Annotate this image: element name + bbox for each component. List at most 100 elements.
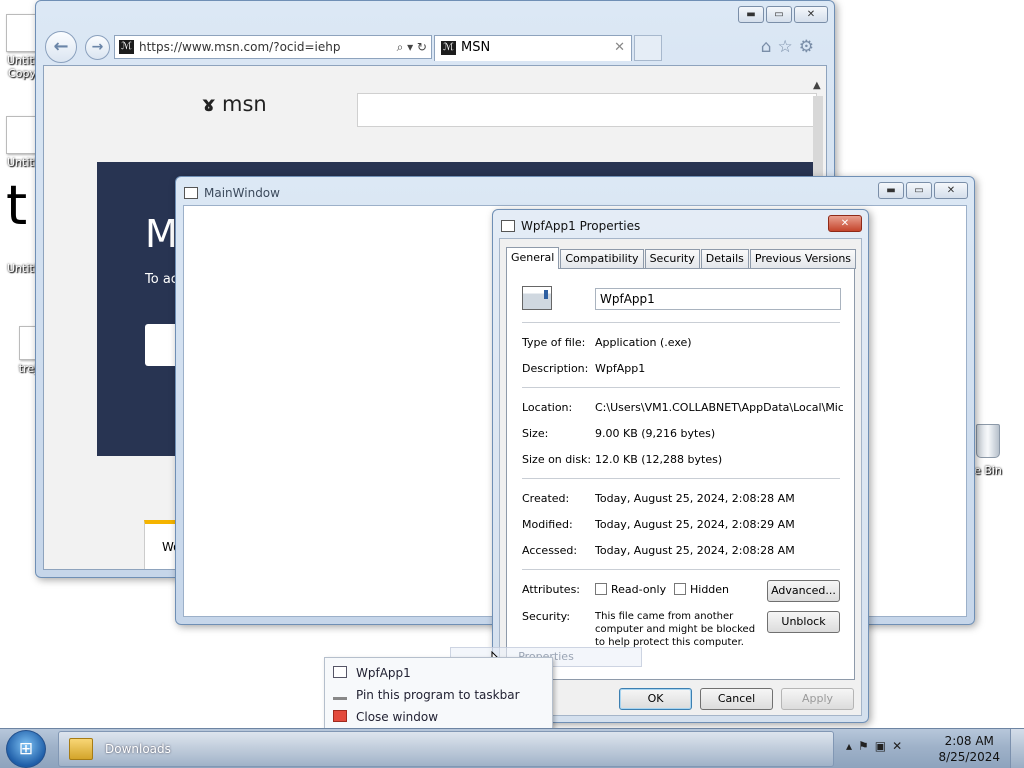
- app-window-icon: [333, 666, 347, 678]
- dialog-caption-buttons: ✕: [828, 215, 862, 232]
- location-label: Location:: [522, 401, 573, 414]
- jump-item-close[interactable]: Close window: [333, 708, 438, 726]
- msn-favicon-icon: ℳ: [119, 40, 134, 54]
- butterfly-icon: ɤ: [202, 92, 216, 116]
- start-button[interactable]: ⊞: [6, 730, 46, 768]
- checkbox-box[interactable]: [674, 583, 686, 595]
- readonly-label: Read-only: [611, 583, 667, 596]
- jump-item-pin[interactable]: Pin this program to taskbar: [333, 686, 520, 704]
- minimize-button[interactable]: ▬: [878, 182, 904, 199]
- app-window-icon: [501, 220, 515, 232]
- checkbox-box[interactable]: [595, 583, 607, 595]
- msn-favicon-icon: ℳ: [441, 41, 456, 55]
- taskbar-jump-list: WpfApp1 Pin this program to taskbar Clos…: [324, 657, 553, 732]
- divider: [522, 387, 840, 388]
- show-desktop-button[interactable]: [1010, 729, 1024, 768]
- forward-button[interactable]: →: [85, 35, 110, 60]
- maximize-button[interactable]: ▭: [906, 182, 932, 199]
- properties-tabs: General Compatibility Security Details P…: [506, 247, 857, 269]
- security-label: Security:: [522, 610, 571, 623]
- ie-caption-buttons: ▬ ▭ ✕: [738, 6, 828, 23]
- msn-logo-text: msn: [222, 92, 267, 116]
- mainwin-caption-buttons: ▬ ▭ ✕: [878, 182, 968, 199]
- recycle-bin-icon: [976, 424, 1000, 458]
- tab-details[interactable]: Details: [700, 249, 749, 269]
- created-value: Today, August 25, 2024, 2:08:28 AM: [595, 492, 795, 505]
- tab-previous-versions[interactable]: Previous Versions: [749, 249, 857, 269]
- advanced-button[interactable]: Advanced...: [767, 580, 840, 602]
- cancel-button[interactable]: Cancel: [700, 688, 773, 710]
- new-tab-button[interactable]: [634, 35, 662, 61]
- home-favorites-tools-icons[interactable]: ⌂☆⚙: [761, 37, 820, 57]
- close-button[interactable]: ✕: [828, 215, 862, 232]
- clock[interactable]: 2:08 AM 8/25/2024: [938, 733, 1000, 765]
- divider: [522, 478, 840, 479]
- msn-search-input[interactable]: [357, 93, 817, 127]
- properties-dialog: WpfApp1 Properties ✕ General Compatibili…: [492, 209, 869, 723]
- size-on-disk-value: 12.0 KB (12,288 bytes): [595, 453, 723, 466]
- ok-button[interactable]: OK: [619, 688, 692, 710]
- panel-text: To ac: [145, 272, 178, 287]
- type-value: Application (.exe): [595, 336, 692, 349]
- jump-item-label: WpfApp1: [356, 666, 411, 680]
- address-tools-icons[interactable]: ⌕ ▾ ↻: [397, 36, 427, 58]
- desktop-big-letter: t: [6, 174, 28, 237]
- scroll-up-icon[interactable]: ▲: [813, 80, 821, 91]
- recycle-bin-label: e Bin: [974, 464, 1002, 477]
- app-window-icon: [184, 187, 198, 199]
- size-value: 9.00 KB (9,216 bytes): [595, 427, 716, 440]
- tab-msn[interactable]: ℳ MSN ✕: [434, 35, 632, 61]
- back-button[interactable]: ←: [45, 31, 77, 63]
- minimize-button[interactable]: ▬: [738, 6, 764, 23]
- taskbar-button-label: Downloads: [105, 742, 171, 756]
- tab-close-icon[interactable]: ✕: [614, 36, 625, 60]
- msn-logo[interactable]: ɤ msn: [202, 92, 267, 116]
- clock-time: 2:08 AM: [944, 734, 994, 748]
- pin-icon: [333, 697, 347, 700]
- apply-button[interactable]: Apply: [781, 688, 854, 710]
- scroll-thumb[interactable]: [813, 96, 823, 186]
- jump-item-app[interactable]: WpfApp1: [333, 664, 411, 682]
- close-window-icon: [333, 710, 347, 722]
- file-name-field[interactable]: WpfApp1: [595, 288, 841, 310]
- security-message: This file came from another computer and…: [595, 611, 756, 648]
- location-value: C:\Users\VM1.COLLABNET\AppData\Local\Mic…: [595, 401, 843, 414]
- tab-compatibility[interactable]: Compatibility: [560, 249, 644, 269]
- modified-value: Today, August 25, 2024, 2:08:29 AM: [595, 518, 795, 531]
- hidden-checkbox[interactable]: Hidden: [674, 583, 729, 596]
- size-on-disk-label: Size on disk:: [522, 453, 592, 466]
- size-label: Size:: [522, 427, 549, 440]
- tab-security[interactable]: Security: [644, 249, 700, 269]
- window-title: MainWindow: [204, 186, 280, 200]
- divider: [522, 322, 840, 323]
- taskbar: ⊞ Downloads ▴⚑▣✕ 2:08 AM 8/25/2024: [0, 728, 1024, 768]
- modified-label: Modified:: [522, 518, 573, 531]
- attributes-label: Attributes:: [522, 583, 581, 596]
- tab-title: MSN: [461, 40, 491, 55]
- tab-general[interactable]: General: [506, 247, 560, 269]
- taskbar-button-downloads[interactable]: Downloads: [58, 731, 834, 767]
- general-tab-page: WpfApp1 Type of file: Application (.exe)…: [506, 268, 855, 680]
- description-value: WpfApp1: [595, 362, 646, 375]
- unblock-button[interactable]: Unblock: [767, 611, 840, 633]
- dialog-title: WpfApp1 Properties: [521, 219, 641, 233]
- type-label: Type of file:: [522, 336, 586, 349]
- hidden-label: Hidden: [690, 583, 730, 596]
- system-tray-icons[interactable]: ▴⚑▣✕: [846, 739, 908, 753]
- maximize-button[interactable]: ▭: [766, 6, 792, 23]
- clock-date: 8/25/2024: [938, 750, 1000, 764]
- folder-icon: [69, 738, 93, 760]
- close-button[interactable]: ✕: [794, 6, 828, 23]
- panel-heading: M: [145, 212, 178, 256]
- description-label: Description:: [522, 362, 589, 375]
- readonly-checkbox[interactable]: Read-only: [595, 583, 666, 596]
- close-button[interactable]: ✕: [934, 182, 968, 199]
- accessed-value: Today, August 25, 2024, 2:08:28 AM: [595, 544, 795, 557]
- document-icon: [6, 116, 38, 154]
- jump-item-label: Close window: [356, 710, 439, 724]
- address-bar[interactable]: ℳ https://www.msn.com/?ocid=iehp ⌕ ▾ ↻: [114, 35, 432, 59]
- created-label: Created:: [522, 492, 570, 505]
- address-text: https://www.msn.com/?ocid=iehp: [139, 40, 341, 54]
- document-icon: [6, 14, 38, 52]
- divider: [522, 569, 840, 570]
